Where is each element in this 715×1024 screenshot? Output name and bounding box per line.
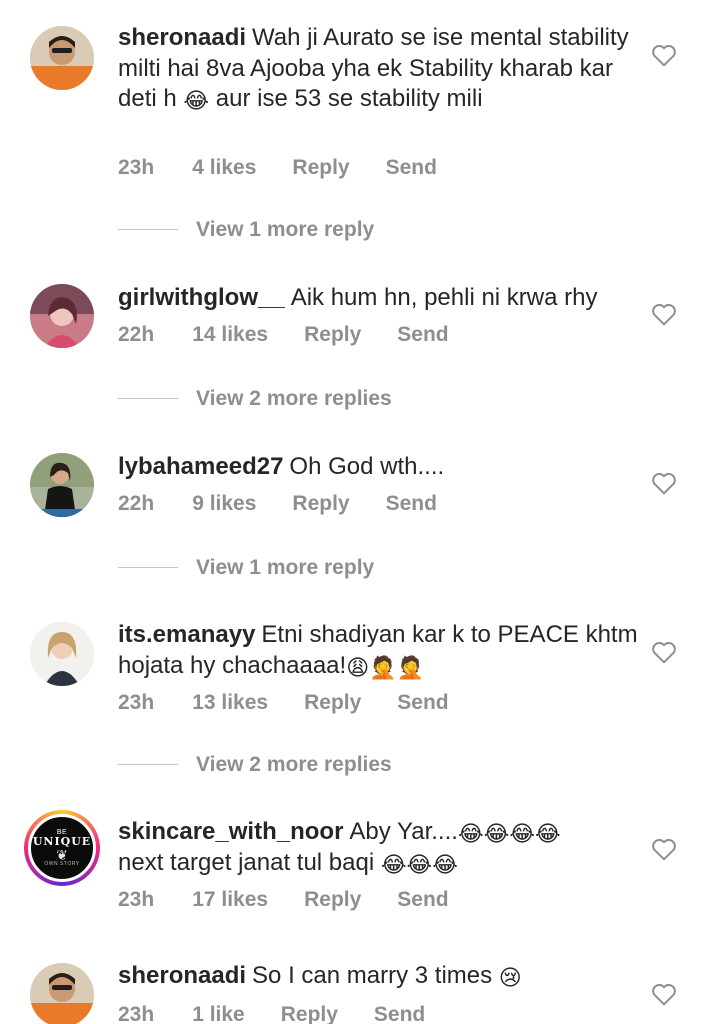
reply-button[interactable]: Reply (304, 692, 361, 713)
comment-time: 23h (118, 888, 155, 911)
send-button[interactable]: Send (397, 889, 448, 910)
reply-button[interactable]: Reply (292, 157, 349, 178)
likes-count[interactable]: 1 like (192, 1004, 245, 1024)
likes-count[interactable]: 4 likes (192, 157, 256, 178)
heart-outline-icon[interactable] (651, 640, 677, 664)
avatar-logo: BE UNIQUE ❦ OWN STORY (28, 814, 96, 882)
comment-username[interactable]: sheronaadi (118, 962, 246, 989)
comment-text: girlwithglow__ Aik hum hn, pehli ni krwa … (118, 284, 598, 311)
divider (118, 763, 178, 766)
view-replies-button[interactable]: View 1 more reply (118, 557, 374, 578)
comment-meta: 23h 17 likes Reply Send (118, 889, 485, 910)
reply-button[interactable]: Reply (304, 889, 361, 910)
comment-text: its.emanayy Etni shadiyan kar k to PEACE … (118, 621, 638, 680)
comment-time: 22h (118, 492, 155, 515)
comment-username[interactable]: sheronaadi (118, 24, 246, 51)
view-replies-button[interactable]: View 2 more replies (118, 754, 392, 775)
view-replies-button[interactable]: View 2 more replies (118, 388, 392, 409)
laughing-emoji-icon: 😂😂😂😂 (457, 821, 561, 846)
rose-icon: ❦ (56, 847, 68, 864)
send-button[interactable]: Send (386, 493, 437, 514)
comment-text: skincare_with_noor Aby Yar....😂😂😂😂 next t… (118, 818, 561, 877)
comment-username[interactable]: lybahameed27 (118, 453, 283, 480)
reply-button[interactable]: Reply (304, 324, 361, 345)
comment-meta: 23h 1 like Reply Send (118, 1004, 461, 1024)
comment-username[interactable]: its.emanayy (118, 621, 255, 648)
send-button[interactable]: Send (374, 1004, 425, 1024)
comment-text: sheronaadi Wah ji Aurato se ise mental st… (118, 24, 629, 113)
heart-outline-icon[interactable] (651, 471, 677, 495)
likes-count[interactable]: 14 likes (192, 324, 268, 345)
comment-text: sheronaadi So I can marry 3 times 😢 (118, 962, 522, 990)
heart-outline-icon[interactable] (651, 982, 677, 1006)
crying-emoji-icon: 😢 (498, 965, 522, 990)
heart-outline-icon[interactable] (651, 43, 677, 67)
view-replies-button[interactable]: View 1 more reply (118, 219, 374, 240)
weary-facepalm-emoji-icon: 😩🤦🤦 (346, 654, 424, 680)
likes-count[interactable]: 13 likes (192, 692, 268, 713)
reply-button[interactable]: Reply (281, 1004, 338, 1024)
comment-meta: 23h 4 likes Reply Send (118, 157, 473, 178)
likes-count[interactable]: 17 likes (192, 889, 268, 910)
avatar[interactable] (30, 622, 94, 686)
avatar-story-ring[interactable]: BE UNIQUE ❦ OWN STORY (24, 810, 100, 886)
comment-meta: 22h 14 likes Reply Send (118, 324, 485, 345)
reply-button[interactable]: Reply (292, 493, 349, 514)
likes-count[interactable]: 9 likes (192, 493, 256, 514)
divider (118, 397, 178, 400)
avatar[interactable] (30, 284, 94, 348)
send-button[interactable]: Send (386, 157, 437, 178)
comment-meta: 22h 9 likes Reply Send (118, 493, 473, 514)
comment-time: 23h (118, 156, 155, 179)
comment-username[interactable]: girlwithglow__ (118, 284, 285, 311)
comment-meta: 23h 13 likes Reply Send (118, 692, 485, 713)
heart-outline-icon[interactable] (651, 837, 677, 861)
comment-time: 22h (118, 323, 155, 346)
avatar[interactable] (30, 453, 94, 517)
avatar[interactable] (30, 963, 94, 1024)
avatar[interactable] (30, 26, 94, 90)
divider (118, 566, 178, 569)
heart-outline-icon[interactable] (651, 302, 677, 326)
laughing-emoji-icon: 😂 (183, 88, 210, 113)
comment-text: lybahameed27 Oh God wth.... (118, 453, 445, 480)
laughing-emoji-icon: 😂😂😂 (380, 851, 458, 877)
divider (118, 228, 178, 231)
comment-username[interactable]: skincare_with_noor (118, 818, 343, 845)
comment-time: 23h (118, 1003, 155, 1024)
send-button[interactable]: Send (397, 692, 448, 713)
comment-time: 23h (118, 691, 155, 714)
send-button[interactable]: Send (397, 324, 448, 345)
